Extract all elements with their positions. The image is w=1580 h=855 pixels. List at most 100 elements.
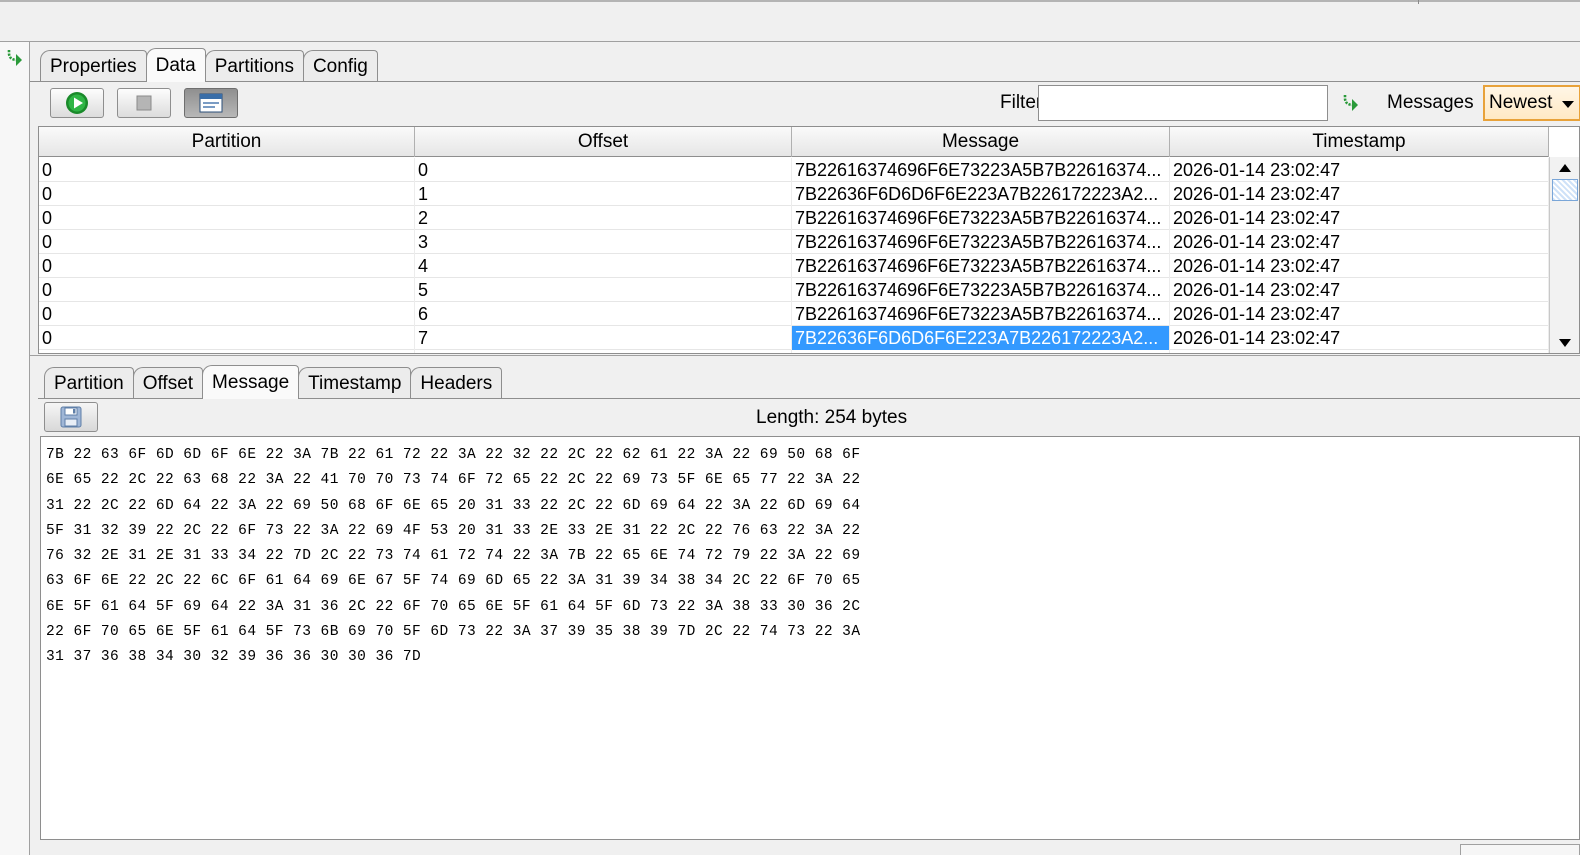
cell-partition[interactable]: 0 xyxy=(39,350,415,353)
app-window: Properties Data Partitions Config Filter… xyxy=(0,0,1580,855)
tab-detail-offset[interactable]: Offset xyxy=(132,367,204,399)
tab-detail-timestamp[interactable]: Timestamp xyxy=(298,367,412,399)
cell-timestamp[interactable]: 2026-01-14 23:02:47 xyxy=(1170,206,1549,230)
column-header-message[interactable]: Message xyxy=(792,127,1170,157)
stop-icon xyxy=(136,95,152,111)
cell-offset[interactable]: 6 xyxy=(415,302,792,326)
cell-partition[interactable]: 0 xyxy=(39,254,415,278)
tab-detail-headers[interactable]: Headers xyxy=(410,367,503,399)
table-row[interactable]: 0 6 7B22616374696F6E73223A5B7B22616374... 2… xyxy=(39,302,1549,326)
data-toolbar: Filter Messages Newest xyxy=(40,82,1580,126)
cell-timestamp[interactable]: 2026-01-14 23:02:47 xyxy=(1170,182,1549,206)
table-row[interactable]: 0 4 7B22616374696F6E73223A5B7B22616374... 2… xyxy=(39,254,1549,278)
cell-offset[interactable]: 1 xyxy=(415,182,792,206)
cell-timestamp[interactable]: 2026-01-14 23:02:47 xyxy=(1170,230,1549,254)
hex-line: 22 6F 70 65 6E 5F 61 64 5F 73 6B 69 70 5… xyxy=(46,624,861,641)
table-row[interactable]: 0 2 7B22616374696F6E73223A5B7B22616374... 2… xyxy=(39,206,1549,230)
refresh-arrow-icon[interactable] xyxy=(4,48,26,68)
cell-timestamp[interactable]: 2026-01-14 23:02:47 xyxy=(1170,254,1549,278)
cell-message[interactable]: 7B22616374696F6E73223A5B7B22616374... xyxy=(792,302,1170,326)
table-header: Partition Offset Message Timestamp xyxy=(39,127,1549,157)
window-icon xyxy=(199,93,223,113)
cell-partition[interactable]: 0 xyxy=(39,206,415,230)
tab-properties[interactable]: Properties xyxy=(40,50,147,82)
hex-line: 63 6F 6E 22 2C 22 6C 6F 61 64 69 6E 67 5… xyxy=(46,573,861,590)
cell-offset[interactable]: 8 xyxy=(415,350,792,353)
cell-timestamp[interactable]: 2026-01-14 23:02:47 xyxy=(1170,326,1549,350)
cell-partition[interactable]: 0 xyxy=(39,182,415,206)
cell-timestamp[interactable]: 2026-01-14 23:02:47 xyxy=(1170,158,1549,182)
start-button[interactable] xyxy=(50,88,104,118)
apply-filter-icon[interactable] xyxy=(1340,94,1362,114)
cell-message[interactable]: 7B22636F6D6D6F6E223A7B226172223A2... xyxy=(792,182,1170,206)
tab-config[interactable]: Config xyxy=(302,50,378,82)
cell-offset[interactable]: 0 xyxy=(415,158,792,182)
cell-message[interactable]: 7B22616374696F6E73223A5B7B22616374... xyxy=(792,278,1170,302)
scroll-up-icon[interactable] xyxy=(1559,164,1571,172)
hex-line: 31 37 36 38 34 30 32 39 36 36 30 30 36 7… xyxy=(46,649,422,666)
table-row[interactable]: 0 1 7B22636F6D6D6F6E223A7B226172223A2... 20… xyxy=(39,182,1549,206)
hex-line: 6E 65 22 2C 22 63 68 22 3A 22 41 70 70 7… xyxy=(46,472,861,489)
bottom-bar xyxy=(30,840,1580,855)
top-bar xyxy=(0,0,1580,42)
table-row[interactable]: 0 7 7B22636F6D6D6F6E223A7B226172223A2... 20… xyxy=(39,326,1549,350)
cell-message[interactable]: 7B22616374696F6E73223A5B7B22616374... xyxy=(792,350,1170,353)
cell-partition[interactable]: 0 xyxy=(39,230,415,254)
left-pane xyxy=(0,42,30,855)
messages-select[interactable]: Newest xyxy=(1483,85,1580,121)
cell-message[interactable]: 7B22636F6D6D6F6E223A7B226172223A2... xyxy=(792,326,1170,350)
main-tabs: Properties Data Partitions Config xyxy=(40,48,378,82)
cell-offset[interactable]: 3 xyxy=(415,230,792,254)
table-scrollbar[interactable] xyxy=(1549,157,1579,353)
cell-offset[interactable]: 5 xyxy=(415,278,792,302)
column-header-partition[interactable]: Partition xyxy=(39,127,415,157)
cell-timestamp[interactable]: 2026-01-14 23:02:47 xyxy=(1170,350,1549,353)
cell-message[interactable]: 7B22616374696F6E73223A5B7B22616374... xyxy=(792,158,1170,182)
chevron-down-icon xyxy=(1562,101,1574,108)
table-row[interactable]: 0 0 7B22616374696F6E73223A5B7B22616374... 2… xyxy=(39,158,1549,182)
cell-message[interactable]: 7B22616374696F6E73223A5B7B22616374... xyxy=(792,254,1170,278)
tab-partitions[interactable]: Partitions xyxy=(204,50,304,82)
cell-message[interactable]: 7B22616374696F6E73223A5B7B22616374... xyxy=(792,206,1170,230)
table-row[interactable]: 0 5 7B22616374696F6E73223A5B7B22616374... 2… xyxy=(39,278,1549,302)
messages-label: Messages xyxy=(1387,92,1474,113)
stop-button[interactable] xyxy=(117,88,171,118)
cell-partition[interactable]: 0 xyxy=(39,326,415,350)
cell-offset[interactable]: 2 xyxy=(415,206,792,230)
cell-offset[interactable]: 7 xyxy=(415,326,792,350)
hex-line: 31 22 2C 22 6D 64 22 3A 22 69 50 68 6F 6… xyxy=(46,497,861,514)
cell-offset[interactable]: 4 xyxy=(415,254,792,278)
messages-table: Partition Offset Message Timestamp 0 0 7B2… xyxy=(38,126,1580,354)
hex-line: 6E 5F 61 64 5F 69 64 22 3A 31 36 2C 22 6… xyxy=(46,598,861,615)
cell-timestamp[interactable]: 2026-01-14 23:02:47 xyxy=(1170,278,1549,302)
scroll-thumb[interactable] xyxy=(1552,179,1578,201)
top-divider xyxy=(0,0,1580,4)
hex-line: 76 32 2E 31 2E 31 33 34 22 7D 2C 22 73 7… xyxy=(46,548,861,565)
tab-detail-partition[interactable]: Partition xyxy=(44,367,134,399)
filter-input[interactable] xyxy=(1038,85,1328,121)
view-toggle-button[interactable] xyxy=(184,88,238,118)
hex-viewer[interactable]: 7B 22 63 6F 6D 6D 6F 6E 22 3A 7B 22 61 7… xyxy=(40,436,1580,840)
save-icon xyxy=(60,406,82,428)
bottom-panel-edge xyxy=(1460,844,1580,855)
hex-line: 5F 31 32 39 22 2C 22 6F 73 22 3A 22 69 4… xyxy=(46,522,861,539)
save-button[interactable] xyxy=(44,402,98,432)
table-body: 0 0 7B22616374696F6E73223A5B7B22616374... 2… xyxy=(39,158,1549,353)
pane-splitter[interactable] xyxy=(30,355,1580,363)
table-row[interactable]: 0 3 7B22616374696F6E73223A5B7B22616374... 2… xyxy=(39,230,1549,254)
detail-toolbar: Length: 254 bytes xyxy=(40,400,1580,436)
messages-select-value: Newest xyxy=(1489,92,1553,113)
filter-label: Filter xyxy=(1000,92,1043,113)
cell-partition[interactable]: 0 xyxy=(39,278,415,302)
table-row[interactable]: 087B22616374696F6E73223A5B7B22616374...2… xyxy=(39,350,1549,353)
tab-detail-message[interactable]: Message xyxy=(202,365,300,399)
cell-partition[interactable]: 0 xyxy=(39,302,415,326)
cell-timestamp[interactable]: 2026-01-14 23:02:47 xyxy=(1170,302,1549,326)
tab-data[interactable]: Data xyxy=(145,48,206,82)
column-header-offset[interactable]: Offset xyxy=(415,127,792,157)
column-header-timestamp[interactable]: Timestamp xyxy=(1170,127,1549,157)
cell-message[interactable]: 7B22616374696F6E73223A5B7B22616374... xyxy=(792,230,1170,254)
hex-line: 7B 22 63 6F 6D 6D 6F 6E 22 3A 7B 22 61 7… xyxy=(46,447,861,463)
scroll-down-icon[interactable] xyxy=(1559,339,1571,347)
cell-partition[interactable]: 0 xyxy=(39,158,415,182)
